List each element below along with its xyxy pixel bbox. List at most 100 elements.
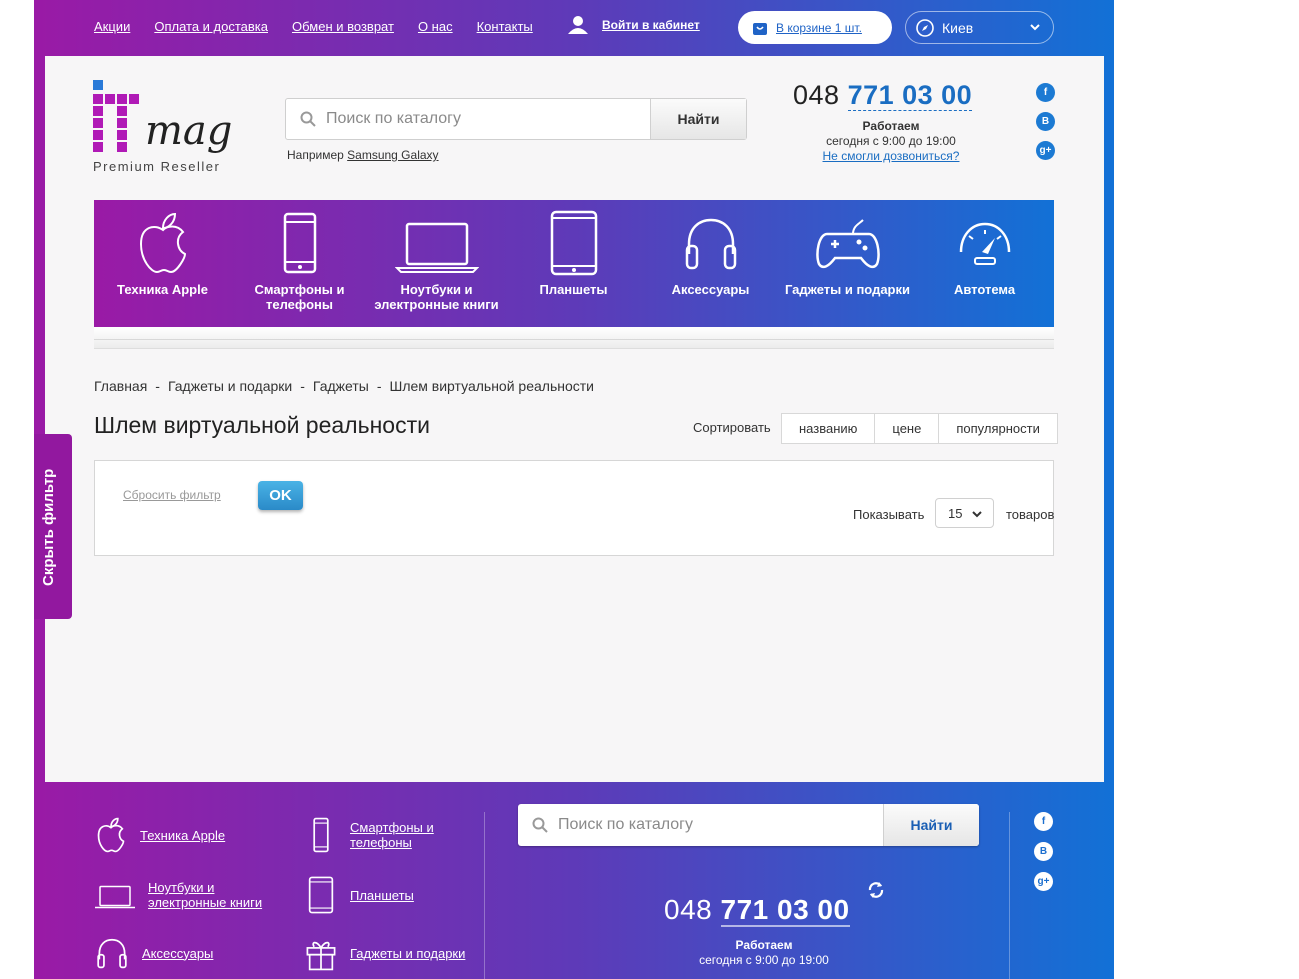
category-bar-shadow	[94, 327, 1054, 349]
social-links: f B g+	[1036, 83, 1055, 160]
footer-phone-code: 048	[664, 894, 713, 925]
sort-label: Сортировать	[693, 420, 771, 435]
footer-category-label: Планшеты	[350, 887, 414, 903]
cart-icon	[753, 22, 767, 35]
work-title: Работаем	[862, 119, 920, 133]
page-background: Акции Оплата и доставка Обмен и возврат …	[34, 0, 1114, 979]
hint-prefix: Например	[287, 148, 344, 162]
hint-link[interactable]: Samsung Galaxy	[347, 148, 438, 162]
search-icon	[532, 817, 548, 833]
logo-subtitle: Premium Reseller	[93, 159, 221, 174]
nav-link-payment[interactable]: Оплата и доставка	[154, 19, 268, 34]
category-auto[interactable]: Автотема	[916, 200, 1053, 327]
smartphone-icon	[313, 817, 329, 853]
category-smartphones[interactable]: Смартфоны и телефоны	[231, 200, 368, 327]
work-time: сегодня с 9:00 до 19:00	[826, 134, 956, 148]
category-accessories[interactable]: Аксессуары	[642, 200, 779, 327]
footer-category-accessories[interactable]: Аксессуары	[94, 934, 213, 972]
google-plus-icon[interactable]: g+	[1034, 872, 1053, 891]
footer-category-laptops[interactable]: Ноутбуки и электронные книги	[94, 876, 268, 914]
per-page-value: 15	[948, 505, 963, 521]
hide-filter-label: Скрыть фильтр	[40, 468, 57, 586]
sort-by-popularity[interactable]: популярности	[938, 414, 1057, 443]
page-title: Шлем виртуальной реальности	[94, 412, 430, 438]
nav-link-contacts[interactable]: Контакты	[477, 19, 533, 34]
laptop-icon	[394, 222, 479, 273]
gamepad-icon	[815, 219, 880, 269]
footer-category-label: Ноутбуки и электронные книги	[148, 880, 263, 910]
chevron-down-icon	[972, 511, 982, 518]
main-panel: mag Premium Reseller Поиск по каталогу Н…	[45, 56, 1104, 782]
footer-phone-number[interactable]: 048 771 03 00	[664, 894, 850, 927]
breadcrumb-separator: -	[376, 378, 382, 394]
footer-category-apple[interactable]: Техника Apple	[94, 816, 225, 854]
search-button[interactable]: Найти	[650, 99, 746, 139]
category-label: Техника Apple	[117, 282, 208, 297]
footer-category-tablets[interactable]: Планшеты	[304, 872, 414, 918]
footer-social-links: f B g+	[1034, 812, 1053, 891]
nav-link-about[interactable]: О нас	[418, 19, 453, 34]
footer-category-smartphones[interactable]: Смартфоны и телефоны	[304, 816, 450, 854]
search-hint: Например Samsung Galaxy	[287, 148, 439, 162]
hide-filter-tab[interactable]: Скрыть фильтр	[34, 434, 72, 619]
category-laptops[interactable]: Ноутбуки и электронные книги	[368, 200, 505, 327]
login-link[interactable]: Войти в кабинет	[568, 16, 700, 34]
reset-filter-link[interactable]: Сбросить фильтр	[123, 488, 221, 502]
compass-icon	[916, 18, 934, 37]
show-label: Показывать	[853, 507, 925, 522]
nav-link-returns[interactable]: Обмен и возврат	[292, 19, 394, 34]
breadcrumb-separator: -	[300, 378, 305, 394]
tablet-icon	[550, 210, 597, 276]
breadcrumb-home[interactable]: Главная	[94, 378, 147, 394]
ok-button[interactable]: OK	[258, 481, 303, 510]
callback-link[interactable]: Не смогли дозвониться?	[823, 149, 960, 163]
laptop-icon	[95, 885, 135, 909]
facebook-icon[interactable]: f	[1036, 83, 1055, 102]
headphones-icon	[97, 938, 127, 969]
nav-link-promo[interactable]: Акции	[94, 19, 130, 34]
footer-work-time: сегодня с 9:00 до 19:00	[699, 953, 829, 967]
category-label: Ноутбуки и электронные книги	[374, 282, 499, 312]
search-icon	[300, 111, 316, 127]
per-page-select[interactable]: 15	[935, 498, 994, 528]
breadcrumb-gadgets-gifts[interactable]: Гаджеты и подарки	[168, 378, 292, 394]
work-hours: Работаем сегодня с 9:00 до 19:00 Не смог…	[785, 119, 997, 164]
footer-category-label: Техника Apple	[140, 827, 226, 843]
category-apple[interactable]: Техника Apple	[94, 200, 231, 327]
sort-by-name[interactable]: названию	[782, 414, 874, 443]
facebook-icon[interactable]: f	[1034, 812, 1053, 831]
smartphone-icon	[283, 212, 316, 274]
category-label: Смартфоны и телефоны	[254, 282, 345, 312]
footer-search-bar: Поиск по каталогу Найти	[518, 804, 979, 846]
search-input[interactable]: Поиск по каталогу	[286, 99, 650, 139]
vk-icon[interactable]: B	[1036, 112, 1055, 131]
footer-work-hours: Работаем сегодня с 9:00 до 19:00	[664, 938, 864, 968]
category-bar: Техника Apple Смартфоны и телефоны Ноутб…	[94, 200, 1054, 327]
breadcrumb: Главная - Гаджеты и подарки - Гаджеты - Шлем в…	[94, 378, 594, 394]
vk-icon[interactable]: B	[1034, 842, 1053, 861]
footer-search-button[interactable]: Найти	[883, 804, 979, 846]
cart-button[interactable]: В корзине 1 шт.	[738, 11, 892, 44]
footer-category-gadgets[interactable]: Гаджеты и подарки	[304, 934, 465, 972]
headphones-icon	[685, 218, 736, 270]
gift-icon	[306, 941, 336, 971]
breadcrumb-gadgets[interactable]: Гаджеты	[313, 378, 369, 394]
callback-icon[interactable]	[866, 880, 886, 900]
phone-main: 771 03 00	[847, 80, 973, 111]
show-suffix: товаров	[1006, 507, 1055, 522]
footer-category-label: Гаджеты и подарки	[350, 945, 466, 961]
tablet-icon	[308, 876, 334, 914]
search-bar: Поиск по каталогу Найти	[285, 98, 747, 140]
apple-icon	[97, 817, 125, 853]
footer-search-input[interactable]: Поиск по каталогу	[518, 804, 883, 846]
category-gadgets[interactable]: Гаджеты и подарки	[779, 200, 916, 327]
apple-icon	[139, 212, 186, 274]
footer-search-placeholder: Поиск по каталогу	[558, 816, 693, 833]
city-select[interactable]: Киев	[905, 11, 1054, 44]
google-plus-icon[interactable]: g+	[1036, 141, 1055, 160]
phone-number[interactable]: 048 771 03 00	[793, 80, 993, 111]
footer-phone-main: 771 03 00	[720, 894, 850, 927]
sort-by-price[interactable]: цене	[874, 414, 938, 443]
top-nav: Акции Оплата и доставка Обмен и возврат …	[94, 19, 533, 34]
category-tablets[interactable]: Планшеты	[505, 200, 642, 327]
